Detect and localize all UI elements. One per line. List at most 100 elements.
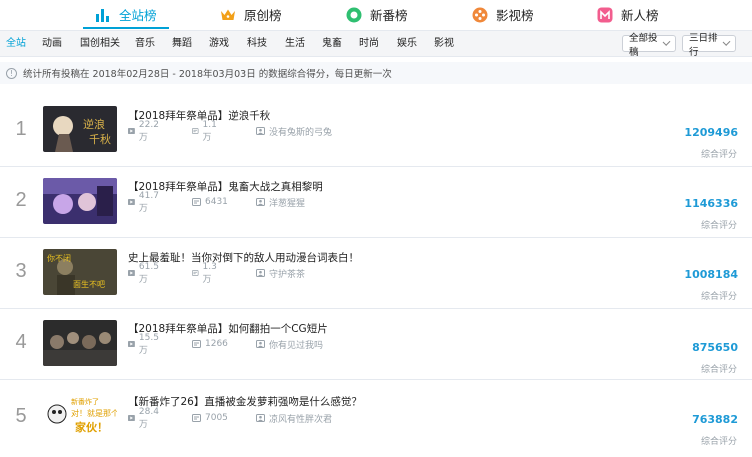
category-bar: 全站 动画 国创相关 音乐 舞蹈 游戏 科技 生活 鬼畜 时尚 娱乐 影视 全部…	[0, 30, 752, 58]
category-anime[interactable]: 动画	[42, 31, 62, 57]
category-game[interactable]: 游戏	[209, 31, 229, 57]
danmaku-count: 1.1万	[192, 120, 219, 143]
category-tech[interactable]: 科技	[247, 31, 267, 57]
play-icon	[128, 269, 135, 277]
score-label: 综合评分	[700, 292, 737, 302]
thumbnail-image	[43, 320, 117, 366]
category-music[interactable]: 音乐	[135, 31, 155, 57]
score-value: 875650	[692, 341, 738, 354]
category-fashion[interactable]: 时尚	[359, 31, 379, 57]
thumbnail-image	[43, 178, 117, 224]
thumbnail-image: 新番炸了 对！就是那个 家伙！	[43, 392, 117, 438]
tab-label: 全站榜	[119, 8, 157, 23]
play-icon	[128, 127, 135, 135]
tab-label: 影视榜	[496, 8, 534, 23]
danmaku-count: 7005	[192, 413, 228, 423]
thumbnail-image: 你不闭 面生不吧	[43, 249, 117, 295]
notice-text: 统计所有投稿在 2018年02月28日 - 2018年03月03日 的数据综合得…	[23, 69, 392, 80]
danmaku-count: 6431	[192, 197, 228, 207]
play-count: 61.5万	[128, 262, 161, 285]
tab-film[interactable]: 影视榜	[472, 0, 534, 29]
ranking-row: 3 你不闭 面生不吧 史上最羞耻！当你对倒下的敌人用动漫台词表白！ 61.5万 …	[0, 237, 752, 309]
ranking-row: 1 逆浪 千秋 【2018拜年祭单品】逆浪千秋 22.2万 1.1万 没有兔斯的…	[0, 95, 752, 167]
tab-original[interactable]: 原创榜	[220, 0, 282, 29]
circle-icon	[346, 7, 362, 22]
danmaku-count: 1.3万	[192, 262, 219, 285]
score-label: 综合评分	[700, 150, 737, 160]
tab-label: 新人榜	[621, 8, 659, 23]
danmaku-icon	[192, 340, 201, 348]
chevron-down-icon	[662, 38, 671, 46]
svg-text:家伙！: 家伙！	[75, 420, 108, 434]
active-tab-underline	[83, 27, 169, 29]
video-title[interactable]: 史上最羞耻！当你对倒下的敌人用动漫台词表白！	[128, 250, 359, 265]
tab-label: 原创榜	[244, 8, 282, 23]
tab-bangumi[interactable]: 新番榜	[346, 0, 408, 29]
svg-text:千秋: 千秋	[89, 132, 111, 146]
score-value: 1008184	[684, 268, 738, 281]
uploader-link[interactable]: 没有兔斯的弓兔	[256, 125, 332, 138]
video-thumbnail[interactable]: 新番炸了 对！就是那个 家伙！	[43, 392, 117, 438]
ranking-row: 2 【2018拜年祭单品】鬼畜大战之真相黎明 41.7万 6431 洋葱猩猩 1…	[0, 166, 752, 238]
category-guochuang[interactable]: 国创相关	[80, 31, 120, 57]
score-label: 综合评分	[700, 437, 737, 447]
new-icon	[597, 7, 613, 22]
uploader-icon	[256, 198, 265, 206]
type-select-value: 全部投稿	[629, 32, 658, 58]
tab-newcomer[interactable]: 新人榜	[597, 0, 659, 29]
stats-notice: ! 统计所有投稿在 2018年02月28日 - 2018年03月03日 的数据综…	[0, 62, 752, 84]
tab-label: 新番榜	[370, 8, 408, 23]
score-label: 综合评分	[700, 221, 737, 231]
category-dance[interactable]: 舞蹈	[172, 31, 192, 57]
period-select[interactable]: 三日排行	[682, 33, 736, 58]
danmaku-icon	[192, 270, 199, 276]
danmaku-icon	[192, 198, 201, 206]
video-thumbnail[interactable]	[43, 320, 117, 366]
category-film[interactable]: 影视	[434, 31, 454, 57]
score-value: 763882	[692, 413, 738, 426]
play-count: 15.5万	[128, 333, 161, 356]
film-reel-icon	[472, 7, 488, 22]
category-life[interactable]: 生活	[285, 31, 305, 57]
play-count: 41.7万	[128, 191, 161, 214]
category-all[interactable]: 全站	[6, 31, 26, 57]
score-value: 1209496	[684, 126, 738, 139]
category-entertainment[interactable]: 娱乐	[397, 31, 417, 57]
info-icon: !	[6, 67, 17, 79]
crown-icon	[221, 9, 235, 20]
chevron-down-icon	[722, 38, 731, 46]
uploader-link[interactable]: 洋葱猩猩	[256, 196, 305, 209]
video-thumbnail[interactable]: 你不闭 面生不吧	[43, 249, 117, 295]
type-select[interactable]: 全部投稿	[622, 33, 676, 58]
tab-all-site[interactable]: 全站榜	[83, 0, 169, 29]
uploader-link[interactable]: 守护茶茶	[256, 267, 305, 280]
rank-number: 3	[15, 260, 27, 282]
score-label: 综合评分	[700, 365, 737, 375]
danmaku-count: 1266	[192, 339, 228, 349]
uploader-link[interactable]: 你有见过我吗	[256, 338, 323, 351]
svg-text:你不闭: 你不闭	[47, 253, 71, 263]
svg-text:新番炸了: 新番炸了	[71, 397, 99, 406]
danmaku-icon	[192, 414, 201, 422]
play-count: 22.2万	[128, 120, 161, 143]
svg-text:逆浪: 逆浪	[83, 117, 105, 131]
video-thumbnail[interactable]	[43, 178, 117, 224]
uploader-icon	[256, 127, 265, 135]
period-select-value: 三日排行	[689, 32, 718, 58]
video-title[interactable]: 【新番炸了26】直播被金发萝莉强吻是什么感觉？	[128, 394, 362, 409]
svg-text:面生不吧: 面生不吧	[73, 279, 105, 289]
rank-number: 4	[15, 331, 27, 353]
uploader-icon	[256, 340, 265, 348]
rank-number: 1	[15, 118, 27, 140]
rank-number: 2	[15, 189, 27, 211]
rank-number: 5	[15, 405, 27, 427]
category-kichiku[interactable]: 鬼畜	[322, 31, 342, 57]
uploader-link[interactable]: 凉风有性胖次君	[256, 412, 332, 425]
uploader-icon	[256, 269, 265, 277]
video-thumbnail[interactable]: 逆浪 千秋	[43, 106, 117, 152]
ranking-row: 5 新番炸了 对！就是那个 家伙！ 【新番炸了26】直播被金发萝莉强吻是什么感觉…	[0, 380, 752, 452]
ranking-row: 4 【2018拜年祭单品】如何翻拍一个CG短片 15.5万 1266 你有见过我…	[0, 308, 752, 380]
play-icon	[128, 198, 135, 206]
bar-chart-icon	[96, 8, 109, 22]
play-icon	[128, 414, 135, 422]
